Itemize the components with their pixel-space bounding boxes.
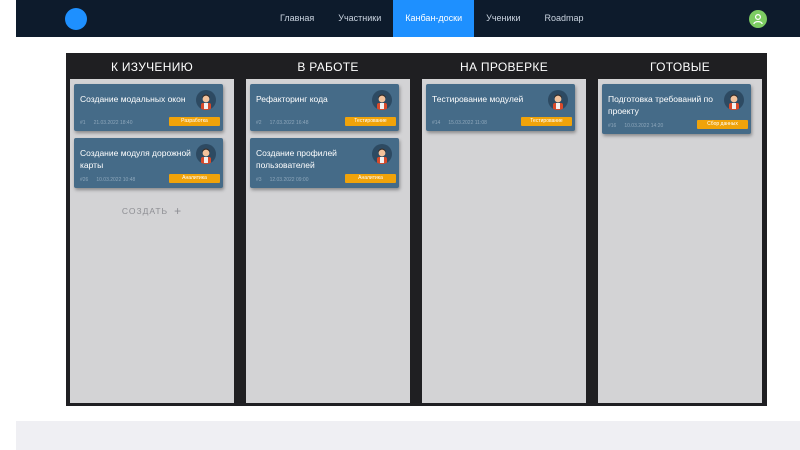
column-done: ГОТОВЫЕ Подготовка требований по проекту… [594, 53, 766, 406]
task-card[interactable]: Рефакторинг кода #2 17.03.2022 16:48 Тест… [250, 84, 399, 131]
plus-icon: + [174, 204, 183, 218]
card-title: Создание модальных окон [80, 94, 186, 104]
card-title: Тестирование модулей [432, 94, 524, 104]
card-date: 10.03.2022 14:20 [624, 123, 664, 129]
task-card[interactable]: Создание модальных окон #1 21.03.2022 18:… [74, 84, 223, 131]
assignee-avatar [372, 144, 392, 164]
create-label: СОЗДАТЬ [121, 206, 169, 216]
card-id: #16 [608, 123, 617, 129]
column-title: В РАБОТЕ [297, 60, 359, 74]
task-card[interactable]: Тестирование модулей #14 15.03.2022 11:08… [426, 84, 575, 131]
card-title: Рефакторинг кода [256, 94, 328, 104]
nav-item-home[interactable]: Главная [268, 0, 326, 37]
card-tag[interactable]: Тестирование [345, 117, 396, 126]
card-tag[interactable]: Аналитика [345, 174, 396, 183]
person-icon [201, 148, 211, 164]
column-in-progress: В РАБОТЕ Рефакторинг кода #2 17.03.2022 1… [242, 53, 414, 406]
card-id: #3 [256, 177, 262, 183]
column-title: К ИЗУЧЕНИЮ [110, 60, 194, 74]
assignee-avatar [724, 90, 744, 110]
person-icon [201, 94, 211, 110]
card-id: #1 [80, 120, 86, 126]
card-id: #14 [432, 120, 441, 126]
task-card[interactable]: Подготовка требований по проекту #16 10.0… [602, 84, 751, 134]
card-id: #26 [80, 177, 89, 183]
card-meta: #14 15.03.2022 11:08 [432, 120, 495, 126]
nav-item-roadmap[interactable]: Roadmap [533, 0, 596, 37]
user-icon [753, 13, 763, 25]
card-tag[interactable]: Сбор данных [697, 120, 748, 129]
assignee-avatar [372, 90, 392, 110]
nav-item-students[interactable]: Ученики [474, 0, 532, 37]
person-icon [377, 148, 387, 164]
card-date: 15.03.2022 11:08 [448, 120, 487, 126]
card-title: Подготовка требований по проекту [608, 94, 713, 116]
column-title: НА ПРОВЕРКЕ [459, 60, 548, 74]
card-date: 21.03.2022 18:40 [93, 120, 133, 126]
person-icon [729, 94, 739, 110]
column-title: ГОТОВЫЕ [649, 60, 710, 74]
column-to-study: К ИЗУЧЕНИЮ Создание модальных окон #1 21.… [66, 53, 238, 406]
column-body: Подготовка требований по проекту #16 10.0… [598, 79, 762, 403]
card-meta: #16 10.03.2022 14:20 [608, 123, 671, 129]
card-title: Создание модуля дорожной карты [80, 148, 191, 170]
card-date: 12.03.2022 09:00 [269, 177, 309, 183]
column-review: НА ПРОВЕРКЕ Тестирование модулей #14 15.0… [418, 53, 590, 406]
card-date: 10.03.2022 10:48 [96, 177, 136, 183]
card-meta: #2 17.03.2022 16:48 [256, 120, 317, 126]
person-icon [377, 94, 387, 110]
card-meta: #3 12.03.2022 09:00 [256, 177, 317, 183]
assignee-avatar [548, 90, 568, 110]
create-card-button[interactable]: СОЗДАТЬ + [70, 204, 234, 218]
column-body: Тестирование модулей #14 15.03.2022 11:08… [422, 79, 586, 403]
person-icon [553, 94, 563, 110]
card-meta: #26 10.03.2022 10:48 [80, 177, 143, 183]
card-title: Создание профилей пользователей [256, 148, 337, 170]
card-tag[interactable]: Разработка [169, 117, 220, 126]
app-logo[interactable] [65, 8, 87, 30]
column-body: Рефакторинг кода #2 17.03.2022 16:48 Тест… [246, 79, 410, 403]
card-date: 17.03.2022 16:48 [269, 120, 309, 126]
assignee-avatar [196, 90, 216, 110]
card-id: #2 [256, 120, 262, 126]
card-meta: #1 21.03.2022 18:40 [80, 120, 141, 126]
assignee-avatar [196, 144, 216, 164]
task-card[interactable]: Создание профилей пользователей #3 12.03.… [250, 138, 399, 188]
column-body: Создание модальных окон #1 21.03.2022 18:… [70, 79, 234, 403]
nav-item-members[interactable]: Участники [326, 0, 393, 37]
top-navbar: Главная Участники Канбан-доски Ученики R… [16, 0, 800, 37]
task-card[interactable]: Создание модуля дорожной карты #26 10.03.… [74, 138, 223, 188]
card-tag[interactable]: Аналитика [169, 174, 220, 183]
user-avatar[interactable] [749, 10, 767, 28]
card-tag[interactable]: Тестирование [521, 117, 572, 126]
main-nav: Главная Участники Канбан-доски Ученики R… [268, 0, 596, 37]
page-footer [16, 421, 800, 450]
nav-item-kanban[interactable]: Канбан-доски [393, 0, 475, 37]
kanban-board: К ИЗУЧЕНИЮ Создание модальных окон #1 21.… [66, 53, 767, 406]
